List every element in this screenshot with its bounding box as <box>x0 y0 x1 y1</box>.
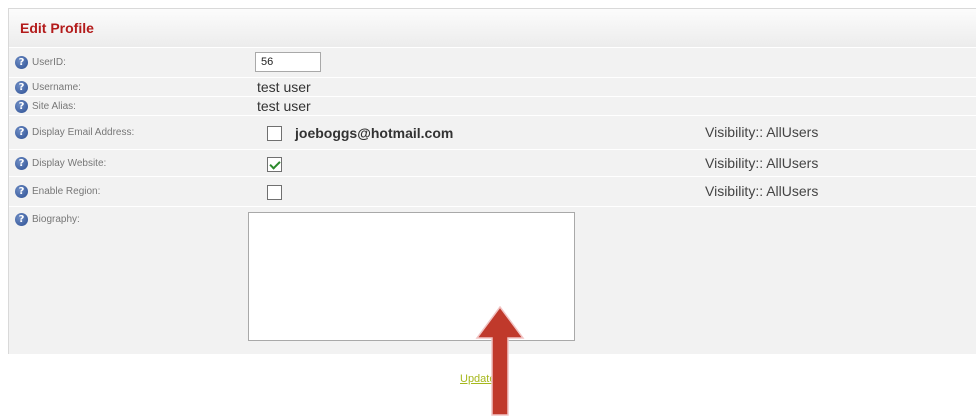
site-alias-value: test user <box>257 98 311 114</box>
panel-header: Edit Profile <box>9 9 976 48</box>
help-icon[interactable]: ? <box>15 56 28 69</box>
help-icon[interactable]: ? <box>15 157 28 170</box>
email-visibility: Visibility:: AllUsers <box>705 124 819 140</box>
enable-region-row: ? Enable Region: Visibility:: AllUsers <box>9 176 976 206</box>
username-label: Username: <box>32 82 81 93</box>
help-icon[interactable]: ? <box>15 126 28 139</box>
region-visibility: Visibility:: AllUsers <box>705 183 819 199</box>
userid-input[interactable] <box>255 52 321 72</box>
site-alias-row: ? Site Alias: test user <box>9 96 976 115</box>
userid-label: UserID: <box>32 57 66 68</box>
help-icon[interactable]: ? <box>15 185 28 198</box>
enable-region-checkbox[interactable] <box>267 185 282 200</box>
site-alias-label: Site Alias: <box>32 101 76 112</box>
display-website-label: Display Website: <box>32 158 107 169</box>
arrow-shape <box>475 306 525 416</box>
help-icon[interactable]: ? <box>15 81 28 94</box>
display-website-row: ? Display Website: Visibility:: AllUsers <box>9 149 976 176</box>
help-icon[interactable]: ? <box>15 213 28 226</box>
page-title: Edit Profile <box>20 20 94 36</box>
help-icon[interactable]: ? <box>15 100 28 113</box>
red-up-arrow-icon <box>475 306 525 416</box>
biography-textarea[interactable] <box>248 212 575 341</box>
display-email-row: ? Display Email Address: joeboggs@hotmai… <box>9 115 976 149</box>
website-visibility: Visibility:: AllUsers <box>705 155 819 171</box>
email-address: joeboggs@hotmail.com <box>295 125 454 141</box>
username-value: test user <box>257 79 311 95</box>
biography-label: Biography: <box>32 214 80 225</box>
enable-region-label: Enable Region: <box>32 186 101 197</box>
userid-row: ? UserID: <box>9 47 976 77</box>
display-email-checkbox[interactable] <box>267 126 282 141</box>
username-row: ? Username: test user <box>9 77 976 96</box>
display-website-checkbox[interactable] <box>267 157 282 172</box>
display-email-label: Display Email Address: <box>32 127 135 138</box>
